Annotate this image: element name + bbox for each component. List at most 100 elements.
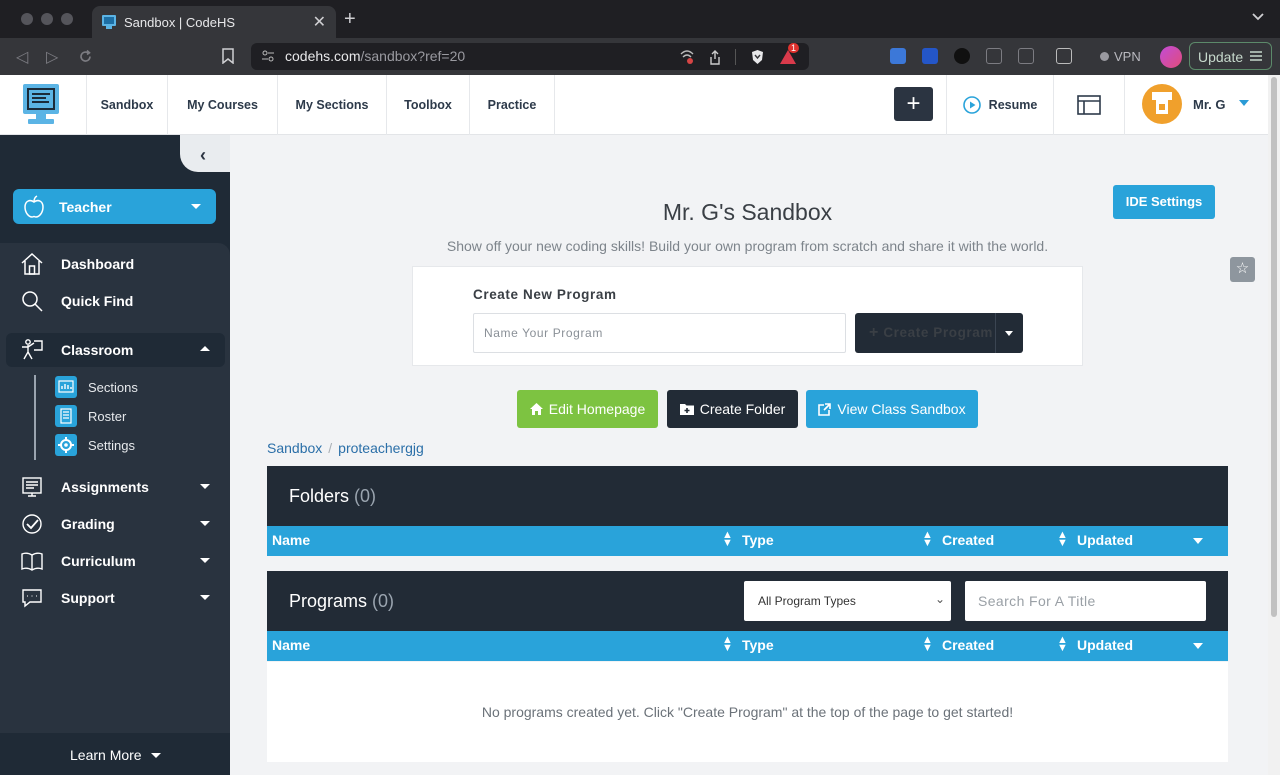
breadcrumb-sandbox[interactable]: Sandbox xyxy=(267,440,322,456)
chevron-down-icon xyxy=(200,595,210,600)
wallet-icon[interactable] xyxy=(1056,48,1072,64)
bookmark-icon[interactable] xyxy=(221,48,235,64)
page-scrollbar[interactable] xyxy=(1268,75,1280,775)
sections-icon xyxy=(55,376,77,398)
notification-badge: 1 xyxy=(788,43,800,53)
search-title-input[interactable] xyxy=(965,581,1206,621)
new-tab-icon[interactable]: + xyxy=(344,9,356,29)
site-settings-icon[interactable] xyxy=(261,50,275,62)
column-updated[interactable]: Updated xyxy=(1077,532,1133,548)
column-name[interactable]: Name xyxy=(272,532,310,548)
programs-panel-header: Programs (0) All Program Types ⌄ xyxy=(267,571,1228,631)
brave-rewards-icon[interactable]: 1 xyxy=(779,43,800,65)
column-updated[interactable]: Updated xyxy=(1077,637,1133,653)
role-label: Teacher xyxy=(59,199,112,215)
url-field[interactable]: codehs.com/sandbox?ref=20 1 xyxy=(251,43,809,70)
forward-icon[interactable]: ▷ xyxy=(46,47,58,67)
create-folder-button[interactable]: Create Folder xyxy=(667,390,798,428)
back-icon[interactable]: ◁ xyxy=(16,47,28,67)
chevron-down-icon[interactable] xyxy=(1193,643,1203,649)
chevron-down-icon xyxy=(200,484,210,489)
resume-button[interactable]: Resume xyxy=(946,75,1054,135)
program-type-select[interactable]: All Program Types ⌄ xyxy=(744,581,951,621)
program-type-dropdown-icon[interactable] xyxy=(1005,331,1013,336)
role-selector[interactable]: Teacher xyxy=(13,189,216,224)
sidebar-item-classroom[interactable]: Classroom xyxy=(6,333,225,367)
window-close-dot[interactable] xyxy=(21,13,33,25)
nav-sandbox[interactable]: Sandbox xyxy=(86,75,167,135)
column-name[interactable]: Name xyxy=(272,637,310,653)
chevron-down-icon[interactable] xyxy=(1193,538,1203,544)
user-menu[interactable]: Mr. G xyxy=(1124,75,1268,135)
support-icon xyxy=(22,589,42,608)
sort-icon[interactable]: ▲ ▼ xyxy=(722,530,733,549)
codehs-favicon-icon xyxy=(102,15,116,29)
home-icon xyxy=(21,252,43,275)
subitem-label: Roster xyxy=(88,409,127,424)
role-caret-icon xyxy=(191,204,201,209)
alert-extension-icon[interactable] xyxy=(954,48,970,64)
sidebar-item-curriculum[interactable]: Curriculum xyxy=(0,544,230,578)
sidebar-item-label: Curriculum xyxy=(61,553,136,569)
roster-icon xyxy=(55,405,77,427)
sidebar-item-grading[interactable]: Grading xyxy=(0,507,230,541)
sort-icon[interactable]: ▲ ▼ xyxy=(922,530,933,549)
chevron-down-icon xyxy=(200,558,210,563)
sort-icon[interactable]: ▲ ▼ xyxy=(1057,530,1068,549)
column-created[interactable]: Created xyxy=(942,637,994,653)
window-icon[interactable] xyxy=(1077,95,1101,115)
edit-homepage-button[interactable]: Edit Homepage xyxy=(517,390,658,428)
cast-blocked-icon[interactable] xyxy=(679,50,695,64)
nav-practice[interactable]: Practice xyxy=(469,75,555,135)
sidebar-item-dashboard[interactable]: Dashboard xyxy=(0,247,230,281)
program-name-input[interactable] xyxy=(473,313,846,353)
learn-more-button[interactable]: Learn More xyxy=(0,735,230,775)
extensions-puzzle-icon[interactable] xyxy=(986,48,1002,64)
sidebar-collapse-button[interactable]: ‹ xyxy=(180,135,230,172)
browser-address-bar: ◁ ▷ codehs.com/sandbox?ref=20 1 VPN Upda… xyxy=(0,38,1280,75)
column-type[interactable]: Type xyxy=(742,637,774,653)
vpn-button[interactable]: VPN xyxy=(1100,49,1141,64)
hamburger-menu-icon[interactable] xyxy=(1249,50,1263,62)
update-button[interactable]: Update xyxy=(1189,42,1272,70)
sidebar-item-assignments[interactable]: Assignments xyxy=(0,470,230,504)
breadcrumb-separator: / xyxy=(328,440,333,456)
create-program-button[interactable]: + Create Program xyxy=(855,313,1023,353)
tab-title: Sandbox | CodeHS xyxy=(124,15,236,30)
column-created[interactable]: Created xyxy=(942,532,994,548)
book-icon xyxy=(21,552,43,571)
update-label: Update xyxy=(1198,49,1244,65)
sidebar-item-label: Support xyxy=(61,590,115,606)
brave-shield-icon[interactable] xyxy=(750,49,765,65)
breadcrumb-folder[interactable]: proteachergjg xyxy=(338,440,424,456)
view-class-sandbox-button[interactable]: View Class Sandbox xyxy=(806,390,978,428)
tab-close-icon[interactable]: ✕ xyxy=(313,12,326,32)
browser-profile-avatar[interactable] xyxy=(1160,46,1182,68)
translate-extension-icon[interactable] xyxy=(890,48,906,64)
plus-icon: + xyxy=(869,324,879,341)
sort-icon[interactable]: ▲ ▼ xyxy=(722,635,733,654)
codehs-logo-icon[interactable] xyxy=(22,83,60,127)
column-type[interactable]: Type xyxy=(742,532,774,548)
sidebar-item-quick-find[interactable]: Quick Find xyxy=(0,284,230,318)
sort-icon[interactable]: ▲ ▼ xyxy=(1057,635,1068,654)
tab-list-chevron-icon[interactable] xyxy=(1252,12,1264,22)
password-extension-icon[interactable] xyxy=(922,48,938,64)
create-new-button[interactable]: + xyxy=(894,87,933,121)
nav-toolbox[interactable]: Toolbox xyxy=(386,75,469,135)
scrollbar-thumb[interactable] xyxy=(1271,77,1277,617)
nav-my-sections[interactable]: My Sections xyxy=(277,75,386,135)
browser-tab[interactable]: Sandbox | CodeHS ✕ xyxy=(92,6,336,38)
main-content: IDE Settings Mr. G's Sandbox Show off yo… xyxy=(230,135,1268,775)
reload-icon[interactable] xyxy=(78,49,93,64)
sidebar-toggle-icon[interactable] xyxy=(1018,48,1034,64)
sidebar-item-support[interactable]: Support xyxy=(0,581,230,615)
window-minimize-dot[interactable] xyxy=(41,13,53,25)
nav-my-courses[interactable]: My Courses xyxy=(167,75,277,135)
window-zoom-dot[interactable] xyxy=(61,13,73,25)
sort-icon[interactable]: ▲ ▼ xyxy=(922,635,933,654)
sidebar-item-label: Classroom xyxy=(61,342,134,358)
page-subtitle: Show off your new coding skills! Build y… xyxy=(446,238,1049,254)
share-icon[interactable] xyxy=(709,49,721,65)
favorite-star-icon[interactable]: ☆ xyxy=(1230,257,1255,282)
